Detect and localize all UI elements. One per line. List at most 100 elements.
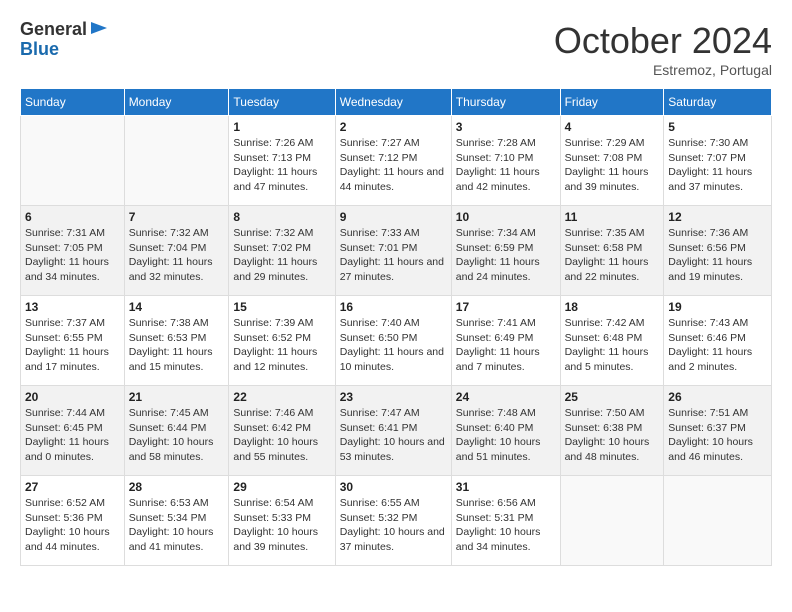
day-number: 14: [129, 300, 225, 314]
table-row: 19 Sunrise: 7:43 AM Sunset: 6:46 PM Dayli…: [664, 296, 772, 386]
table-row: 12 Sunrise: 7:36 AM Sunset: 6:56 PM Dayli…: [664, 206, 772, 296]
day-info: Sunrise: 7:45 AM Sunset: 6:44 PM Dayligh…: [129, 406, 225, 465]
table-row: 21 Sunrise: 7:45 AM Sunset: 6:44 PM Dayli…: [124, 386, 229, 476]
day-info: Sunrise: 7:43 AM Sunset: 6:46 PM Dayligh…: [668, 316, 767, 375]
logo: General Blue: [20, 20, 109, 60]
day-number: 19: [668, 300, 767, 314]
table-row: 8 Sunrise: 7:32 AM Sunset: 7:02 PM Daylig…: [229, 206, 335, 296]
table-row: 6 Sunrise: 7:31 AM Sunset: 7:05 PM Daylig…: [21, 206, 125, 296]
table-row: 15 Sunrise: 7:39 AM Sunset: 6:52 PM Dayli…: [229, 296, 335, 386]
day-number: 25: [565, 390, 660, 404]
header-friday: Friday: [560, 89, 664, 116]
day-number: 24: [456, 390, 556, 404]
day-info: Sunrise: 7:36 AM Sunset: 6:56 PM Dayligh…: [668, 226, 767, 285]
header-sunday: Sunday: [21, 89, 125, 116]
day-number: 6: [25, 210, 120, 224]
day-number: 11: [565, 210, 660, 224]
table-row: 5 Sunrise: 7:30 AM Sunset: 7:07 PM Daylig…: [664, 116, 772, 206]
day-info: Sunrise: 7:39 AM Sunset: 6:52 PM Dayligh…: [233, 316, 330, 375]
table-row: [560, 476, 664, 566]
day-number: 10: [456, 210, 556, 224]
day-number: 20: [25, 390, 120, 404]
day-info: Sunrise: 6:55 AM Sunset: 5:32 PM Dayligh…: [340, 496, 447, 555]
day-info: Sunrise: 6:52 AM Sunset: 5:36 PM Dayligh…: [25, 496, 120, 555]
day-number: 5: [668, 120, 767, 134]
table-row: 26Sunrise: 7:51 AM Sunset: 6:37 PM Dayli…: [664, 386, 772, 476]
day-info: Sunrise: 7:31 AM Sunset: 7:05 PM Dayligh…: [25, 226, 120, 285]
day-number: 9: [340, 210, 447, 224]
calendar-week-row: 27 Sunrise: 6:52 AM Sunset: 5:36 PM Dayli…: [21, 476, 772, 566]
logo-blue-text: Blue: [20, 40, 109, 60]
day-number: 21: [129, 390, 225, 404]
month-title: October 2024: [554, 20, 772, 62]
day-number: 3: [456, 120, 556, 134]
table-row: 1Sunrise: 7:26 AM Sunset: 7:13 PM Daylig…: [229, 116, 335, 206]
day-info: Sunrise: 7:44 AM Sunset: 6:45 PM Dayligh…: [25, 406, 120, 465]
logo-general-text: General: [20, 20, 87, 40]
calendar-table: Sunday Monday Tuesday Wednesday Thursday…: [20, 88, 772, 566]
day-number: 15: [233, 300, 330, 314]
day-number: 17: [456, 300, 556, 314]
day-number: 29: [233, 480, 330, 494]
page-header: General Blue October 2024 Estremoz, Port…: [20, 20, 772, 78]
table-row: 25 Sunrise: 7:50 AM Sunset: 6:38 PM Dayli…: [560, 386, 664, 476]
day-info: Sunrise: 6:54 AM Sunset: 5:33 PM Dayligh…: [233, 496, 330, 555]
table-row: 31 Sunrise: 6:56 AM Sunset: 5:31 PM Dayli…: [451, 476, 560, 566]
table-row: 20 Sunrise: 7:44 AM Sunset: 6:45 PM Dayli…: [21, 386, 125, 476]
table-row: [664, 476, 772, 566]
day-info: Sunrise: 7:42 AM Sunset: 6:48 PM Dayligh…: [565, 316, 660, 375]
day-info: Sunrise: 7:37 AM Sunset: 6:55 PM Dayligh…: [25, 316, 120, 375]
table-row: 29 Sunrise: 6:54 AM Sunset: 5:33 PM Dayli…: [229, 476, 335, 566]
day-info: Sunrise: 7:32 AM Sunset: 7:04 PM Dayligh…: [129, 226, 225, 285]
day-number: 28: [129, 480, 225, 494]
day-info: Sunrise: 7:27 AM Sunset: 7:12 PM Dayligh…: [340, 136, 447, 195]
table-row: 30Sunrise: 6:55 AM Sunset: 5:32 PM Dayli…: [335, 476, 451, 566]
table-row: 11 Sunrise: 7:35 AM Sunset: 6:58 PM Dayli…: [560, 206, 664, 296]
day-number: 7: [129, 210, 225, 224]
day-info: Sunrise: 7:50 AM Sunset: 6:38 PM Dayligh…: [565, 406, 660, 465]
day-info: Sunrise: 7:48 AM Sunset: 6:40 PM Dayligh…: [456, 406, 556, 465]
day-number: 12: [668, 210, 767, 224]
day-info: Sunrise: 7:46 AM Sunset: 6:42 PM Dayligh…: [233, 406, 330, 465]
day-info: Sunrise: 7:30 AM Sunset: 7:07 PM Dayligh…: [668, 136, 767, 195]
table-row: 23 Sunrise: 7:47 AM Sunset: 6:41 PM Dayli…: [335, 386, 451, 476]
day-number: 13: [25, 300, 120, 314]
header-tuesday: Tuesday: [229, 89, 335, 116]
header-thursday: Thursday: [451, 89, 560, 116]
table-row: 17Sunrise: 7:41 AM Sunset: 6:49 PM Dayli…: [451, 296, 560, 386]
day-info: Sunrise: 6:53 AM Sunset: 5:34 PM Dayligh…: [129, 496, 225, 555]
day-number: 1: [233, 120, 330, 134]
table-row: 16Sunrise: 7:40 AM Sunset: 6:50 PM Dayli…: [335, 296, 451, 386]
day-number: 22: [233, 390, 330, 404]
table-row: 13 Sunrise: 7:37 AM Sunset: 6:55 PM Dayli…: [21, 296, 125, 386]
day-number: 8: [233, 210, 330, 224]
table-row: 18Sunrise: 7:42 AM Sunset: 6:48 PM Dayli…: [560, 296, 664, 386]
day-number: 31: [456, 480, 556, 494]
calendar-week-row: 13 Sunrise: 7:37 AM Sunset: 6:55 PM Dayli…: [21, 296, 772, 386]
day-info: Sunrise: 7:28 AM Sunset: 7:10 PM Dayligh…: [456, 136, 556, 195]
calendar-week-row: 6 Sunrise: 7:31 AM Sunset: 7:05 PM Daylig…: [21, 206, 772, 296]
logo-flag-icon: [89, 20, 109, 40]
day-info: Sunrise: 7:32 AM Sunset: 7:02 PM Dayligh…: [233, 226, 330, 285]
table-row: 4 Sunrise: 7:29 AM Sunset: 7:08 PM Daylig…: [560, 116, 664, 206]
day-info: Sunrise: 7:29 AM Sunset: 7:08 PM Dayligh…: [565, 136, 660, 195]
table-row: 10 Sunrise: 7:34 AM Sunset: 6:59 PM Dayli…: [451, 206, 560, 296]
table-row: 24 Sunrise: 7:48 AM Sunset: 6:40 PM Dayli…: [451, 386, 560, 476]
header-saturday: Saturday: [664, 89, 772, 116]
day-number: 23: [340, 390, 447, 404]
day-info: Sunrise: 7:40 AM Sunset: 6:50 PM Dayligh…: [340, 316, 447, 375]
day-number: 4: [565, 120, 660, 134]
day-info: Sunrise: 7:35 AM Sunset: 6:58 PM Dayligh…: [565, 226, 660, 285]
day-number: 27: [25, 480, 120, 494]
table-row: 9Sunrise: 7:33 AM Sunset: 7:01 PM Daylig…: [335, 206, 451, 296]
calendar-week-row: 1Sunrise: 7:26 AM Sunset: 7:13 PM Daylig…: [21, 116, 772, 206]
title-section: October 2024 Estremoz, Portugal: [554, 20, 772, 78]
table-row: [21, 116, 125, 206]
day-info: Sunrise: 7:34 AM Sunset: 6:59 PM Dayligh…: [456, 226, 556, 285]
day-info: Sunrise: 7:47 AM Sunset: 6:41 PM Dayligh…: [340, 406, 447, 465]
day-info: Sunrise: 6:56 AM Sunset: 5:31 PM Dayligh…: [456, 496, 556, 555]
weekday-header-row: Sunday Monday Tuesday Wednesday Thursday…: [21, 89, 772, 116]
day-info: Sunrise: 7:51 AM Sunset: 6:37 PM Dayligh…: [668, 406, 767, 465]
table-row: 7 Sunrise: 7:32 AM Sunset: 7:04 PM Daylig…: [124, 206, 229, 296]
table-row: 28 Sunrise: 6:53 AM Sunset: 5:34 PM Dayli…: [124, 476, 229, 566]
